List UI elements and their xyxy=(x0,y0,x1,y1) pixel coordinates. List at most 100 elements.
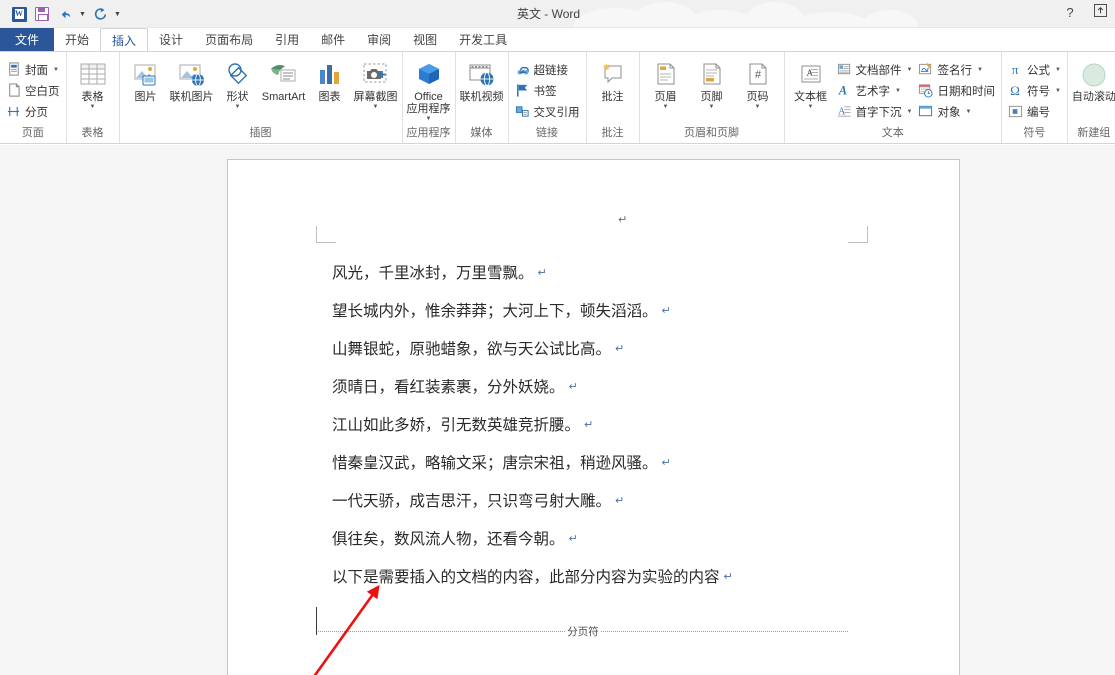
hyperlink-icon xyxy=(515,62,530,77)
chevron-down-icon[interactable]: ▼ xyxy=(907,67,913,73)
chevron-down-icon[interactable]: ▼ xyxy=(1055,88,1061,94)
svg-text:#: # xyxy=(754,69,761,81)
document-line[interactable]: 江山如此多娇，引无数英雄竞折腰。↵ xyxy=(332,406,932,444)
chevron-down-icon[interactable]: ▼ xyxy=(235,103,241,111)
bookmark-button[interactable]: 书签 xyxy=(512,80,583,101)
line-text: 一代天骄，成吉思汗，只识弯弓射大雕。 xyxy=(332,492,611,510)
table-button[interactable]: 表格▼ xyxy=(70,57,116,111)
ribbon-insert-tab[interactable]: 封面▼空白页分页页面表格▼表格图片联机图片形状▼SmartArt图表屏幕截图▼插… xyxy=(0,52,1115,144)
tab-item-9[interactable]: 开发工具 xyxy=(448,28,518,52)
page-break-icon xyxy=(6,104,21,119)
empty-paragraph-mark: ↵ xyxy=(618,213,627,226)
tab-item-8[interactable]: 视图 xyxy=(402,28,448,52)
cross-reference-button[interactable]: 交叉引用 xyxy=(512,101,583,122)
chevron-down-icon[interactable]: ▼ xyxy=(977,67,983,73)
tab-item-3[interactable]: 设计 xyxy=(148,28,194,52)
comment-button[interactable]: 批注 xyxy=(590,57,636,103)
document-line[interactable]: 惜秦皇汉武，略输文采；唐宗宋祖，稍逊风骚。↵ xyxy=(332,444,932,482)
document-line[interactable]: 须晴日，看红装素裹，分外妖娆。↵ xyxy=(332,368,932,406)
signature-line-button[interactable]: 签名行▼ xyxy=(915,59,998,80)
paragraph-mark: ↵ xyxy=(720,570,733,583)
page-break-button[interactable]: 分页 xyxy=(3,101,63,122)
chevron-down-icon[interactable]: ▼ xyxy=(907,109,913,115)
wordart-button[interactable]: A艺术字▼ xyxy=(834,80,916,101)
ribbon-group-label: 插图 xyxy=(123,126,399,143)
object-button[interactable]: 对象▼ xyxy=(915,101,998,122)
ribbon-group-6: 批注批注 xyxy=(587,52,640,143)
drop-cap-button[interactable]: A首字下沉▼ xyxy=(834,101,916,122)
equation-button[interactable]: π公式▼ xyxy=(1005,59,1064,80)
button-label: 编号 xyxy=(1027,104,1050,120)
picture-button[interactable]: 图片 xyxy=(123,57,169,103)
document-line[interactable]: 以下是需要插入的文档的内容，此部分内容为实验的内容↵ xyxy=(332,558,932,596)
chevron-down-icon[interactable]: ▼ xyxy=(709,103,715,111)
title-bar-controls[interactable]: ? xyxy=(1061,4,1109,20)
hyperlink-button[interactable]: 超链接 xyxy=(512,59,583,80)
document-scroll-area[interactable]: ↵ 风光，千里冰封，万里雪飘。↵望长城内外，惟余莽莽；大河上下，顿失滔滔。↵山舞… xyxy=(0,145,1115,675)
chevron-down-icon[interactable]: ▼ xyxy=(426,115,432,123)
tab-item-7[interactable]: 审阅 xyxy=(356,28,402,52)
chevron-down-icon[interactable]: ▼ xyxy=(755,103,761,111)
document-line[interactable]: 一代天骄，成吉思汗，只识弯弓射大雕。↵ xyxy=(332,482,932,520)
online-video-button[interactable]: 联机视频 xyxy=(459,57,505,103)
chevron-down-icon[interactable]: ▼ xyxy=(1055,67,1061,73)
paragraph-mark: ↵ xyxy=(565,380,578,393)
tab-item-2[interactable]: 插入 xyxy=(100,28,148,52)
bookmark-icon xyxy=(515,83,530,98)
number-button[interactable]: 编号 xyxy=(1005,101,1064,122)
text-box-button[interactable]: A文本框▼ xyxy=(788,57,834,111)
tab-item-1[interactable]: 开始 xyxy=(54,28,100,52)
online-picture-button[interactable]: 联机图片 xyxy=(169,57,215,103)
header-button[interactable]: 页眉▼ xyxy=(643,57,689,111)
chart-button[interactable]: 图表 xyxy=(307,57,353,103)
office-apps-button[interactable]: Office应用程序▼ xyxy=(406,57,452,123)
document-line[interactable]: 风光，千里冰封，万里雪飘。↵ xyxy=(332,254,932,292)
line-text: 江山如此多娇，引无数英雄竞折腰。 xyxy=(332,416,580,434)
ribbon-group-body: 表格▼ xyxy=(70,55,116,125)
smartart-button[interactable]: SmartArt xyxy=(261,57,307,103)
button-label: 文本框 xyxy=(794,91,827,103)
tab-item-6[interactable]: 邮件 xyxy=(310,28,356,52)
ribbon-tab-strip[interactable]: 文件开始插入设计页面布局引用邮件审阅视图开发工具 xyxy=(0,28,1115,52)
page-number-button[interactable]: #页码▼ xyxy=(735,57,781,111)
chevron-down-icon[interactable]: ▼ xyxy=(965,109,971,115)
date-time-button[interactable]: 日期和时间 xyxy=(915,80,998,101)
button-label: 超链接 xyxy=(534,62,569,78)
chevron-down-icon[interactable]: ▼ xyxy=(90,103,96,111)
ribbon-group-4: 联机视频媒体 xyxy=(456,52,509,143)
screenshot-button[interactable]: 屏幕截图▼ xyxy=(353,57,399,111)
auto-scroll-button[interactable]: 自动滚动 xyxy=(1071,57,1115,103)
online-picture-icon xyxy=(177,59,207,91)
symbol-button[interactable]: Ω符号▼ xyxy=(1005,80,1064,101)
shapes-button[interactable]: 形状▼ xyxy=(215,57,261,111)
line-text: 须晴日，看红装素裹，分外妖娆。 xyxy=(332,378,565,396)
document-line[interactable]: 望长城内外，惟余莽莽；大河上下，顿失滔滔。↵ xyxy=(332,292,932,330)
chevron-down-icon[interactable]: ▼ xyxy=(373,103,379,111)
blank-page-button[interactable]: 空白页 xyxy=(3,80,63,101)
cover-page-button[interactable]: 封面▼ xyxy=(3,59,63,80)
ribbon-display-options-icon[interactable] xyxy=(1091,4,1109,20)
table-icon xyxy=(77,59,109,91)
tab-item-5[interactable]: 引用 xyxy=(264,28,310,52)
office-apps-icon xyxy=(415,59,443,91)
help-icon[interactable]: ? xyxy=(1061,5,1079,20)
quick-parts-button[interactable]: 文档部件▼ xyxy=(834,59,916,80)
chevron-down-icon[interactable]: ▼ xyxy=(663,103,669,111)
document-text-body[interactable]: 风光，千里冰封，万里雪飘。↵望长城内外，惟余莽莽；大河上下，顿失滔滔。↵山舞银蛇… xyxy=(332,254,932,596)
ribbon-group-body: 图片联机图片形状▼SmartArt图表屏幕截图▼ xyxy=(123,55,399,125)
tab-file[interactable]: 文件 xyxy=(0,28,54,52)
svg-text:A: A xyxy=(837,106,845,117)
ribbon-group-body: 自动滚动 xyxy=(1071,55,1115,125)
document-line[interactable]: 山舞银蛇，原驰蜡象，欲与天公试比高。↵ xyxy=(332,330,932,368)
chevron-down-icon[interactable]: ▼ xyxy=(895,88,901,94)
tab-item-4[interactable]: 页面布局 xyxy=(194,28,264,52)
document-line[interactable]: 俱往矣，数风流人物，还看今朝。↵ xyxy=(332,520,932,558)
footer-button[interactable]: 页脚▼ xyxy=(689,57,735,111)
number-icon xyxy=(1008,104,1023,119)
wordart-icon: A xyxy=(837,83,852,98)
ribbon-group-body: 超链接书签交叉引用 xyxy=(512,55,583,125)
chevron-down-icon[interactable]: ▼ xyxy=(808,103,814,111)
document-page[interactable]: ↵ 风光，千里冰封，万里雪飘。↵望长城内外，惟余莽莽；大河上下，顿失滔滔。↵山舞… xyxy=(227,159,960,675)
chevron-down-icon[interactable]: ▼ xyxy=(53,67,59,73)
button-label: 联机图片 xyxy=(170,91,214,103)
